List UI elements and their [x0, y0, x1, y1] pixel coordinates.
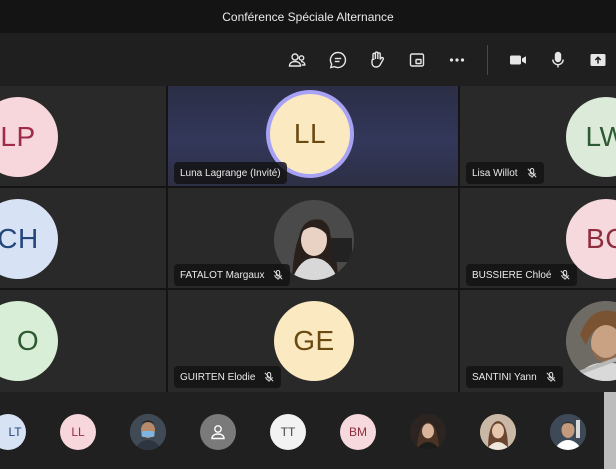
- mic-off-icon: [272, 269, 284, 281]
- camera-button[interactable]: [505, 47, 531, 73]
- participant-tile[interactable]: O: [0, 290, 166, 392]
- people-button[interactable]: [284, 47, 310, 73]
- share-tray-icon: [409, 53, 425, 67]
- strip-avatar[interactable]: LT: [0, 414, 26, 450]
- avatar: LW: [566, 97, 616, 177]
- participant-tile[interactable]: BC BUSSIERE Chloé: [460, 188, 616, 288]
- raise-hand-button[interactable]: [364, 47, 390, 73]
- strip-avatar[interactable]: BM: [340, 414, 376, 450]
- share-screen-button[interactable]: [585, 47, 611, 73]
- strip-avatar-photo[interactable]: [480, 414, 516, 450]
- person-icon: [211, 425, 225, 440]
- participant-tile[interactable]: CH: [0, 188, 166, 288]
- participant-tile[interactable]: FATALOT Margaux: [168, 188, 458, 288]
- strip-overflow-tile[interactable]: [604, 392, 616, 469]
- mic-off-icon: [263, 371, 275, 383]
- participant-name: GUIRTEN Elodie: [174, 366, 282, 388]
- raise-hand-icon: [371, 51, 384, 68]
- toolbar-divider: [487, 45, 488, 75]
- strip-avatar[interactable]: LL: [60, 414, 96, 450]
- participant-tile[interactable]: GE GUIRTEN Elodie: [168, 290, 458, 392]
- more-button[interactable]: [444, 47, 470, 73]
- meeting-toolbar: [0, 33, 616, 86]
- window-title-bar: Conférence Spéciale Alternance: [0, 0, 616, 33]
- participant-tile[interactable]: SANTINI Yann: [460, 290, 616, 392]
- more-icon: [449, 58, 465, 62]
- participant-name: Lisa Willot: [466, 162, 544, 184]
- strip-avatar-photo[interactable]: [130, 414, 166, 450]
- avatar: O: [0, 301, 58, 381]
- strip-avatar-photo[interactable]: [410, 414, 446, 450]
- profile-photo-icon: [480, 414, 516, 450]
- participant-name: FATALOT Margaux: [174, 264, 291, 286]
- avatar: LP: [0, 97, 58, 177]
- people-icon: [288, 53, 306, 67]
- profile-photo-icon: [566, 301, 616, 381]
- avatar: CH: [0, 199, 58, 279]
- participant-tile-active-speaker[interactable]: LL Luna Lagrange (Invité): [168, 86, 458, 186]
- share-tray-button[interactable]: [404, 47, 430, 73]
- participant-name: Luna Lagrange (Invité): [174, 162, 287, 184]
- mic-icon: [552, 51, 564, 68]
- strip-avatar-generic[interactable]: [200, 414, 236, 450]
- participant-name: SANTINI Yann: [466, 366, 563, 388]
- mic-off-icon: [526, 167, 538, 179]
- window-title: Conférence Spéciale Alternance: [222, 9, 394, 24]
- profile-photo-icon: [410, 414, 446, 450]
- avatar: GE: [274, 301, 354, 381]
- profile-photo-icon: [130, 414, 166, 450]
- participant-tile[interactable]: LW Lisa Willot: [460, 86, 616, 186]
- participant-name: BUSSIERE Chloé: [466, 264, 578, 286]
- strip-avatar-photo[interactable]: [550, 414, 586, 450]
- video-grid: LP LL Luna Lagrange (Invité) LW Lisa Wil…: [0, 86, 616, 392]
- profile-photo-icon: [550, 414, 586, 450]
- avatar-photo: [566, 301, 616, 381]
- strip-avatar[interactable]: TT: [270, 414, 306, 450]
- mic-off-icon: [545, 371, 557, 383]
- share-screen-icon: [590, 54, 606, 66]
- camera-icon: [510, 55, 526, 65]
- participant-tile[interactable]: LP: [0, 86, 166, 186]
- chat-icon: [329, 51, 347, 69]
- participant-strip: LT LL TT BM: [0, 392, 616, 469]
- chat-button[interactable]: [325, 47, 351, 73]
- mic-off-icon: [559, 269, 571, 281]
- mic-button[interactable]: [545, 47, 571, 73]
